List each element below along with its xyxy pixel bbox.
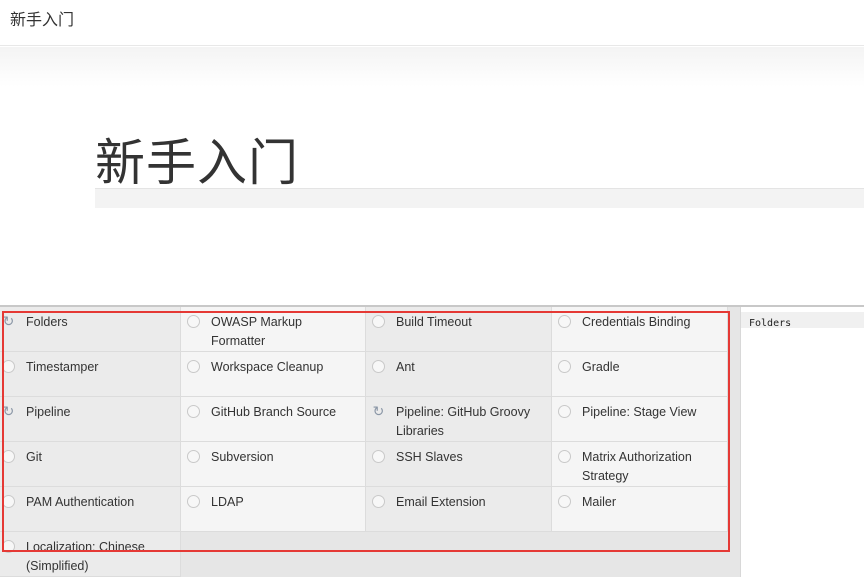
plugin-item: Mailer (552, 487, 728, 532)
plugin-label: Workspace Cleanup (211, 360, 324, 374)
plugin-item: Subversion (181, 442, 366, 487)
plugin-item: Ant (366, 352, 552, 397)
circle-icon (2, 360, 15, 373)
plugin-label: Pipeline: Stage View (582, 405, 697, 419)
plugin-label: Matrix Authorization Strategy (582, 450, 692, 483)
plugin-label: Timestamper (26, 360, 99, 374)
plugin-item: LDAP (181, 487, 366, 532)
spinner-icon: ↻ (2, 403, 15, 419)
window-title: 新手入门 (10, 12, 75, 29)
circle-icon (2, 540, 15, 553)
plugin-item: SSH Slaves (366, 442, 552, 487)
circle-icon (558, 315, 571, 328)
circle-icon (2, 495, 15, 508)
circle-icon (372, 360, 385, 373)
hero-section: 新手入门 (0, 47, 864, 305)
plugin-item: GitHub Branch Source (181, 397, 366, 442)
plugin-label: Subversion (211, 450, 274, 464)
plugin-label: Folders (26, 315, 68, 329)
top-bar: 新手入门 (0, 0, 864, 46)
circle-icon (187, 450, 200, 463)
plugin-label: Pipeline: GitHub Groovy Libraries (396, 405, 531, 438)
circle-icon (558, 360, 571, 373)
plugin-item: PAM Authentication (0, 487, 181, 532)
plugin-item: Build Timeout (366, 307, 552, 352)
plugin-item: Git (0, 442, 181, 487)
circle-icon (558, 495, 571, 508)
circle-icon (187, 315, 200, 328)
plugin-label: Email Extension (396, 495, 486, 509)
plugin-item: ↻ Pipeline: GitHub Groovy Libraries (366, 397, 552, 442)
plugin-label: Git (26, 450, 42, 464)
plugin-label: Build Timeout (396, 315, 472, 329)
plugin-label: Ant (396, 360, 415, 374)
plugin-label: Pipeline (26, 405, 71, 419)
plugin-item: Email Extension (366, 487, 552, 532)
plugin-item: Timestamper (0, 352, 181, 397)
plugin-label: SSH Slaves (396, 450, 463, 464)
plugin-list: ↻ Folders OWASP Markup Formatter Build Time… (0, 307, 740, 577)
plugin-item: OWASP Markup Formatter (181, 307, 366, 352)
plugin-label: GitHub Branch Source (211, 405, 337, 419)
plugin-label: OWASP Markup Formatter (211, 315, 302, 348)
plugin-item: ↻ Folders (0, 307, 181, 352)
plugin-item: Localization: Chinese (Simplified) (0, 532, 181, 577)
plugin-item: ↻ Pipeline (0, 397, 181, 442)
plugin-label: Localization: Chinese (Simplified) (26, 540, 145, 573)
plugin-item: Workspace Cleanup (181, 352, 366, 397)
install-log-row: Folders (741, 312, 864, 329)
plugin-label: PAM Authentication (26, 495, 135, 509)
circle-icon (187, 405, 200, 418)
plugin-item: Credentials Binding (552, 307, 728, 352)
circle-icon (558, 405, 571, 418)
circle-icon (372, 495, 385, 508)
plugin-item: Pipeline: Stage View (552, 397, 728, 442)
circle-icon (187, 495, 200, 508)
install-log-text: Folders (749, 318, 792, 329)
plugin-grid: ↻ Folders OWASP Markup Formatter Build Time… (0, 307, 740, 577)
circle-icon (2, 450, 15, 463)
page-title: 新手入门 (95, 135, 299, 191)
progress-bar (95, 188, 864, 208)
plugin-item: Matrix Authorization Strategy (552, 442, 728, 487)
circle-icon (372, 450, 385, 463)
plugin-label: Mailer (582, 495, 617, 509)
circle-icon (187, 360, 200, 373)
circle-icon (558, 450, 571, 463)
spinner-icon: ↻ (2, 313, 15, 329)
plugin-label: Credentials Binding (582, 315, 691, 329)
install-log-pane: Folders (740, 307, 864, 577)
plugin-label: LDAP (211, 495, 244, 509)
plugin-label: Gradle (582, 360, 620, 374)
plugin-item: Gradle (552, 352, 728, 397)
circle-icon (372, 315, 385, 328)
spinner-icon: ↻ (372, 403, 385, 419)
